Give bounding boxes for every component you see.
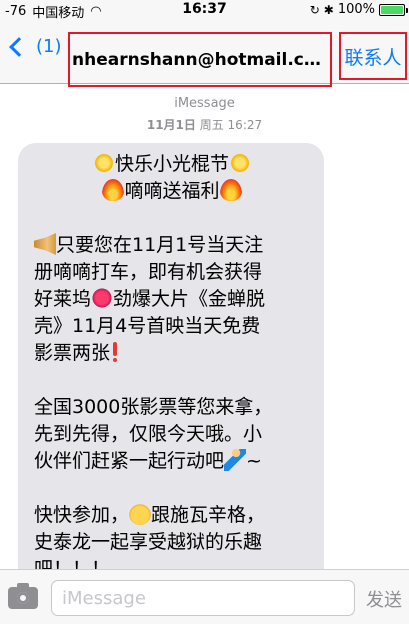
contact-button-label: 联系人: [344, 46, 402, 69]
chevron-left-icon: [9, 36, 29, 57]
fire-icon: [102, 179, 125, 201]
message-text: ~: [246, 450, 262, 472]
exclamation-icon: [110, 341, 120, 363]
message-input[interactable]: [51, 580, 355, 616]
message-line: 册嘀嘀打车，即有机会获得: [34, 261, 263, 283]
status-left: -76 中国移动 ◠: [5, 2, 102, 21]
timestamp-date: 11月1日: [146, 118, 196, 132]
signal-strength: -76: [5, 4, 27, 19]
sparkle-icon: [92, 152, 115, 174]
runner-icon: [224, 449, 247, 471]
conversation-header: iMessage 11月1日 周五 16:27: [0, 96, 409, 133]
status-bar: -76 中国移动 ◠ 16:37 ↻ ✱ 100%: [0, 0, 409, 21]
back-button[interactable]: (1): [6, 36, 62, 57]
recipient-title[interactable]: nhearnshann@hotmail.com: [68, 32, 332, 87]
title-text-1: 快乐小光棍节: [114, 153, 229, 175]
camera-icon[interactable]: [8, 583, 38, 609]
title-text-2: 嘀嘀送福利: [124, 180, 220, 202]
loudspeaker-icon: [34, 233, 56, 255]
message-text: 影票两张: [34, 342, 111, 364]
message-timestamp: 11月1日 周五 16:27: [0, 116, 409, 133]
back-button-label: (1): [36, 36, 62, 57]
sparkle-icon: [229, 152, 251, 174]
message-line: 先到先得，仅限今天哦。小: [34, 423, 263, 445]
status-right: ↻ ✱ 100%: [309, 2, 408, 17]
message-line: 只要您在11月1号当天注: [34, 232, 310, 259]
message-text: 快快参加，: [34, 504, 130, 526]
battery-percent: 100%: [337, 2, 375, 17]
scream-face-icon: [129, 503, 152, 525]
contact-button[interactable]: 联系人: [339, 32, 407, 80]
input-bar: 发送: [0, 569, 409, 624]
message-title-line-2: 嘀嘀送福利: [34, 178, 310, 205]
message-title-line-1: 快乐小光棍节: [34, 151, 310, 178]
message-line: 好莱坞 劲爆大片《金蝉脱: [34, 286, 310, 313]
message-text: 好莱坞: [34, 288, 92, 310]
message-bubble[interactable]: 快乐小光棍节 嘀嘀送福利 只要您在11月1号当天注 册嘀嘀打车，即有机会获得 好…: [18, 143, 324, 583]
message-line: 快快参加， 跟施瓦辛格，: [34, 502, 310, 529]
recipient-address: nhearnshann@hotmail.com: [72, 49, 328, 70]
bluetooth-icon: ✱: [323, 2, 334, 17]
rotation-lock-icon: ↻: [309, 2, 320, 17]
message-line: 史泰龙一起享受越狱的乐趣: [34, 531, 263, 553]
service-label: iMessage: [174, 96, 235, 111]
wifi-icon: ◠: [90, 4, 102, 19]
message-text: 只要您在11月1号当天注: [56, 234, 264, 256]
fire-icon: [219, 179, 242, 201]
message-line: 影票两张: [34, 340, 310, 367]
message-text: 跟施瓦辛格，: [151, 504, 266, 526]
message-line: 伙伴们赶紧一起行动吧 ~: [34, 448, 310, 475]
timestamp-time: 周五 16:27: [199, 118, 263, 132]
message-text: 伙伴们赶紧一起行动吧: [34, 450, 225, 472]
carrier-name: 中国移动: [32, 6, 85, 21]
message-line: 全国3000张影票等您来拿，: [34, 396, 273, 418]
battery-icon: [379, 3, 408, 16]
send-button[interactable]: 发送: [366, 586, 402, 612]
message-line: 壳》11月4号首映当天免费: [34, 315, 261, 337]
battery-fill: [381, 5, 403, 14]
nav-bar: (1) nhearnshann@hotmail.com 联系人: [0, 20, 409, 87]
kiss-icon: [91, 287, 114, 309]
message-text: 劲爆大片《金蝉脱: [113, 288, 266, 310]
